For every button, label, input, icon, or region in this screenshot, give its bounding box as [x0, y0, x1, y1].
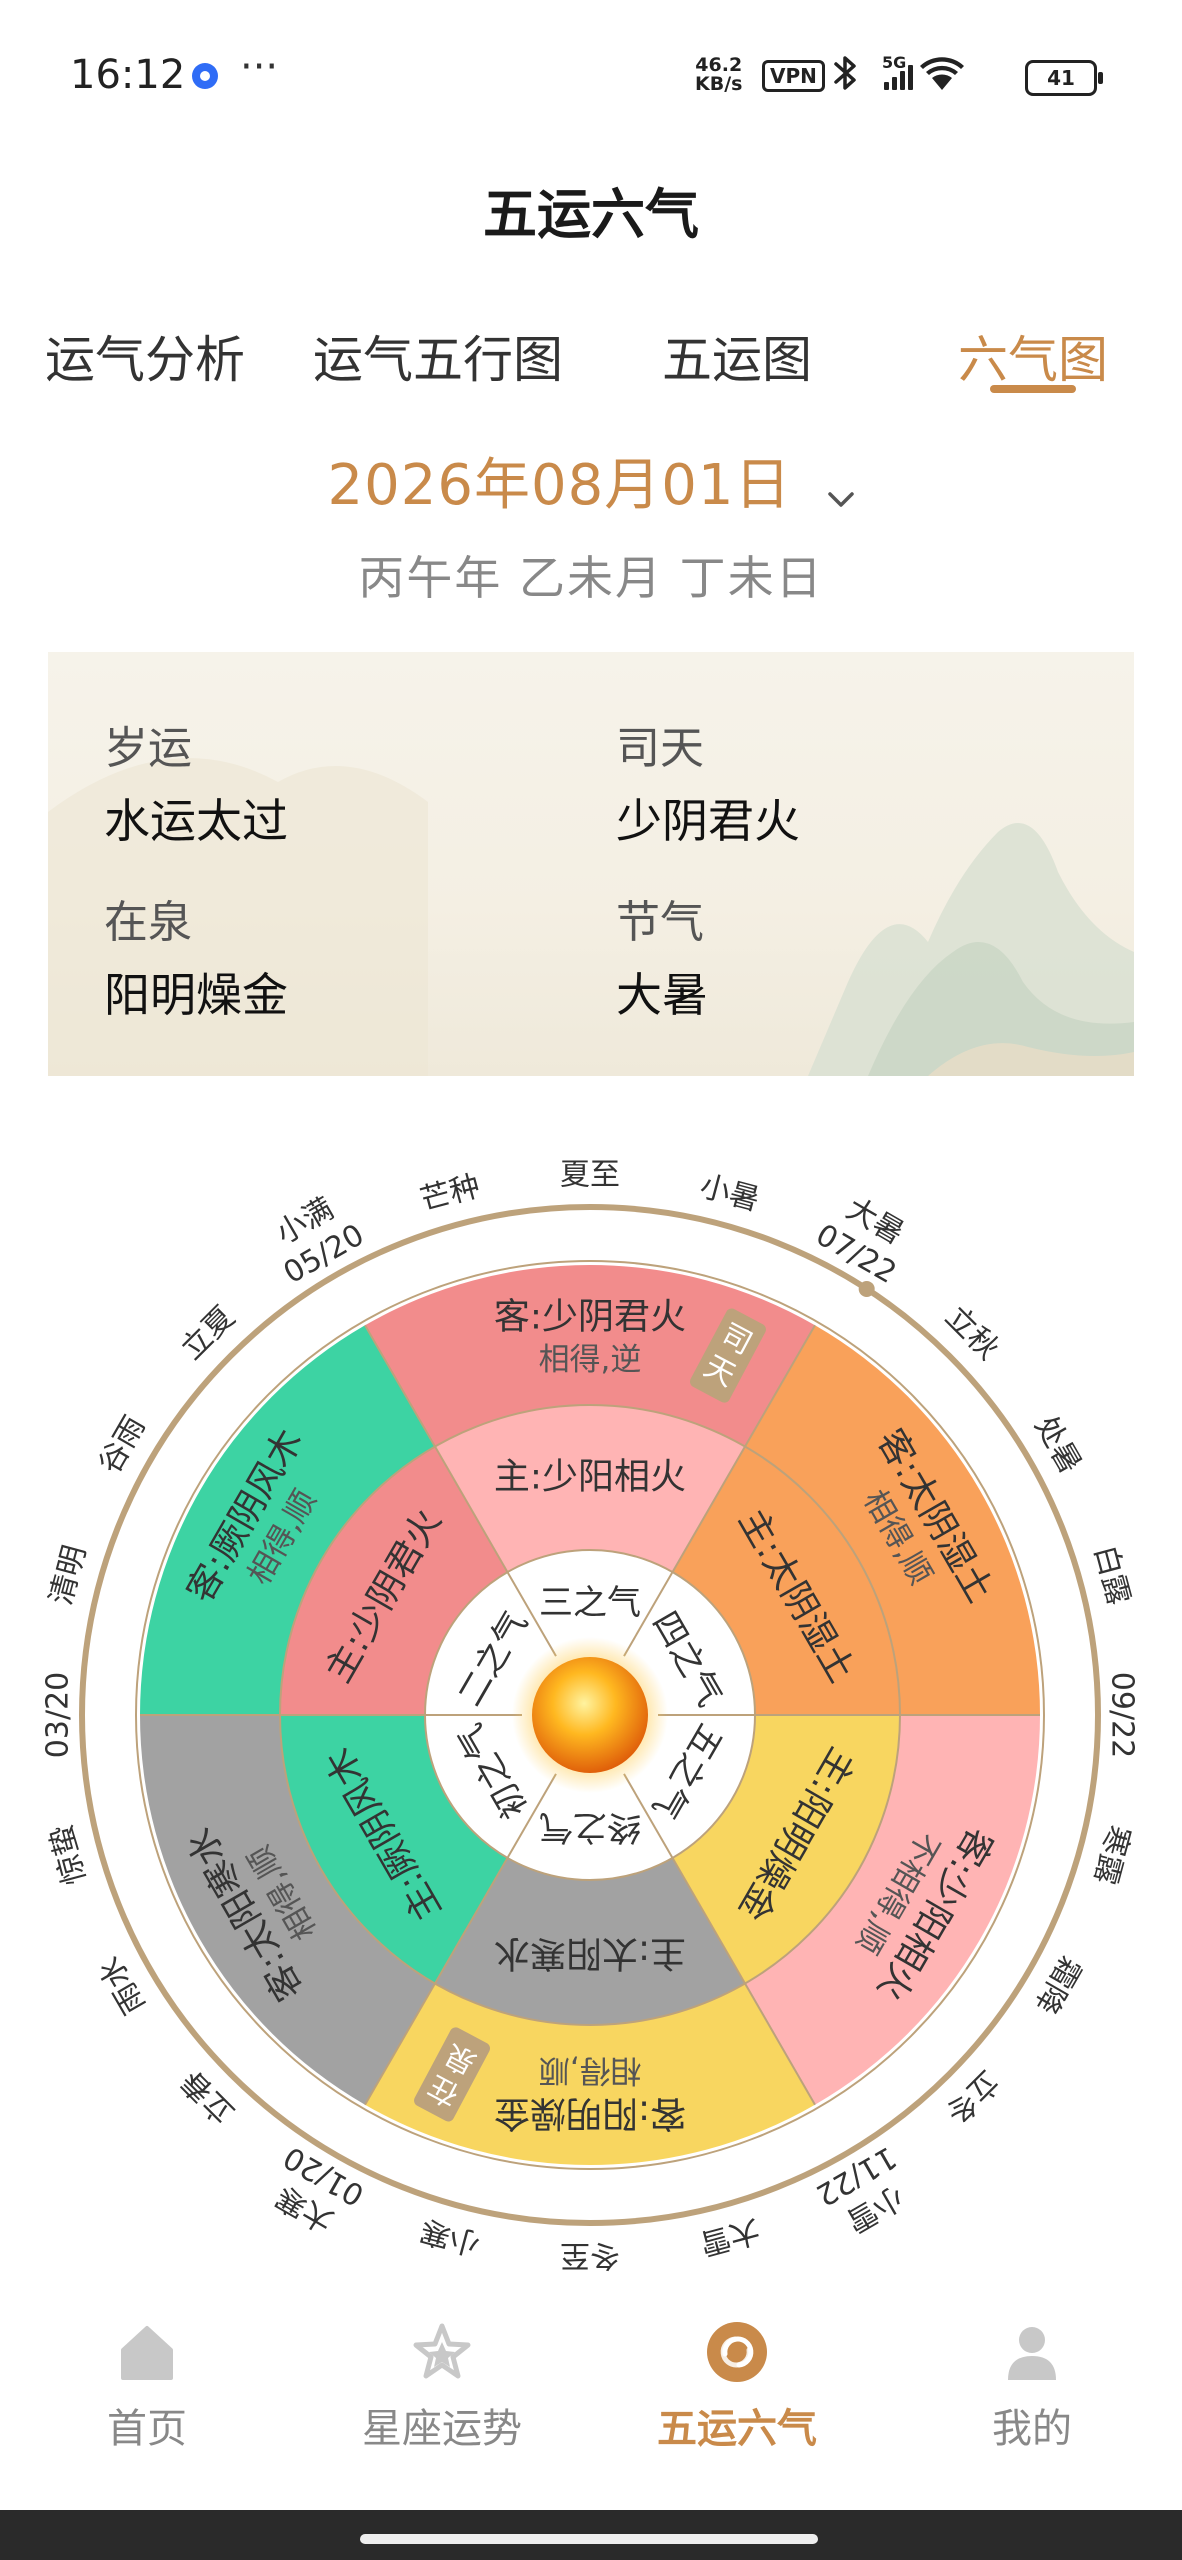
star-icon [413, 2323, 471, 2379]
home-gesture-bar[interactable] [360, 2534, 818, 2544]
keqi-label: 客:阳明燥金 [494, 2093, 686, 2134]
boundary-date: 09/22 [1105, 1672, 1140, 1758]
bluetooth-icon [834, 56, 856, 90]
tab-yunqi-analysis[interactable]: 运气分析 [45, 320, 245, 392]
jieqi-value: 大暑 [616, 968, 708, 1022]
sitian-label: 司天 [616, 723, 704, 774]
wifi-icon [920, 57, 964, 90]
zhuqi-label: 主:少阳相火 [494, 1457, 686, 1498]
info-card: 岁运 水运太过 司天 少阴君火 在泉 阳明燥金 节气 大暑 [48, 652, 1134, 1076]
sitian-value: 少阴君火 [616, 794, 800, 848]
ganzhi-text: 丙午年 乙未月 丁未日 [358, 551, 824, 605]
network-type: 5G [882, 54, 906, 72]
tab-active-indicator [990, 385, 1076, 393]
keqi-relation: 相得,逆 [539, 1342, 642, 1378]
solar-term-label: 白露 [1087, 1542, 1136, 1609]
keqi-relation: 相得,顺 [539, 2052, 642, 2088]
zaiquan-value: 阳明燥金 [104, 968, 288, 1022]
suiyun-label: 岁运 [104, 723, 192, 774]
vpn-icon: VPN [762, 60, 825, 92]
battery-icon: 41 [1025, 60, 1103, 96]
solar-term-label: 小寒 [417, 2212, 484, 2261]
solar-term-label: 冬至 [560, 2238, 620, 2273]
solar-term-label: 夏至 [560, 1158, 620, 1193]
solar-term-label: 清明 [44, 1542, 93, 1609]
nav-home[interactable]: 首页 [27, 2320, 267, 2454]
tab-yunqi-wuxing-chart[interactable]: 运气五行图 [313, 320, 563, 392]
liuqi-wheel: 三之气四之气五之气终之气初之气二之气主:少阳相火主:太阴湿土主:阳明燥金主:太阳… [41, 1158, 1140, 2273]
bottom-nav: 首页 星座运势 五运六气 我的 [0, 2300, 1182, 2500]
suiyun-value: 水运太过 [104, 794, 288, 848]
solar-term-label: 惊蛰 [44, 1821, 93, 1888]
more-notifications-icon: ··· [240, 44, 279, 90]
current-date-marker [858, 1280, 875, 1297]
sun-icon [532, 1657, 648, 1773]
status-icons: 5G [834, 54, 964, 90]
nav-wuyun-liuqi[interactable]: 五运六气 [617, 2320, 857, 2454]
page-title: 五运六气 [483, 183, 699, 246]
jieqi-label: 节气 [616, 897, 704, 948]
tab-bar: 运气分析 运气五行图 五运图 六气图 [0, 310, 1182, 400]
status-time: 16:12 [70, 52, 186, 98]
home-icon [121, 2326, 173, 2380]
solar-term-label: 小暑 [696, 1169, 763, 1218]
network-speed: 46.2 KB/s [695, 56, 742, 94]
profile-icon [1008, 2327, 1056, 2380]
qi-label: 终之气 [539, 1807, 641, 1847]
tab-wuyun-chart[interactable]: 五运图 [662, 320, 812, 392]
solar-term-label: 大雪 [696, 2212, 763, 2261]
nav-profile-label: 我的 [992, 2406, 1072, 2452]
wuyun-icon [707, 2322, 767, 2382]
app-notification-icon [192, 63, 218, 89]
zaiquan-label: 在泉 [104, 897, 192, 948]
boundary-date: 03/20 [41, 1672, 76, 1758]
network-speed-unit: KB/s [695, 73, 743, 95]
date-value[interactable]: 2026年08月01日 [327, 453, 791, 518]
nav-horoscope[interactable]: 星座运势 [322, 2320, 562, 2454]
solar-term-label: 寒露 [1087, 1821, 1136, 1888]
status-bar: 16:12 ··· 46.2 KB/s VPN 5G 41 [0, 0, 1182, 150]
nav-profile[interactable]: 我的 [912, 2320, 1152, 2454]
nav-horoscope-label: 星座运势 [362, 2406, 522, 2452]
qi-label: 三之气 [539, 1583, 641, 1623]
solar-term-label: 芒种 [417, 1169, 484, 1218]
nav-wuyun-liuqi-label: 五运六气 [657, 2406, 817, 2452]
date-picker[interactable]: 2026年08月01日 [0, 440, 1182, 521]
chevron-down-icon[interactable] [827, 491, 855, 509]
zhuqi-label: 主:太阳寒水 [494, 1933, 686, 1974]
tab-liuqi-chart[interactable]: 六气图 [958, 320, 1108, 392]
nav-home-label: 首页 [107, 2406, 187, 2452]
keqi-label: 客:少阴君火 [494, 1297, 686, 1338]
system-nav-bar [0, 2510, 1182, 2560]
